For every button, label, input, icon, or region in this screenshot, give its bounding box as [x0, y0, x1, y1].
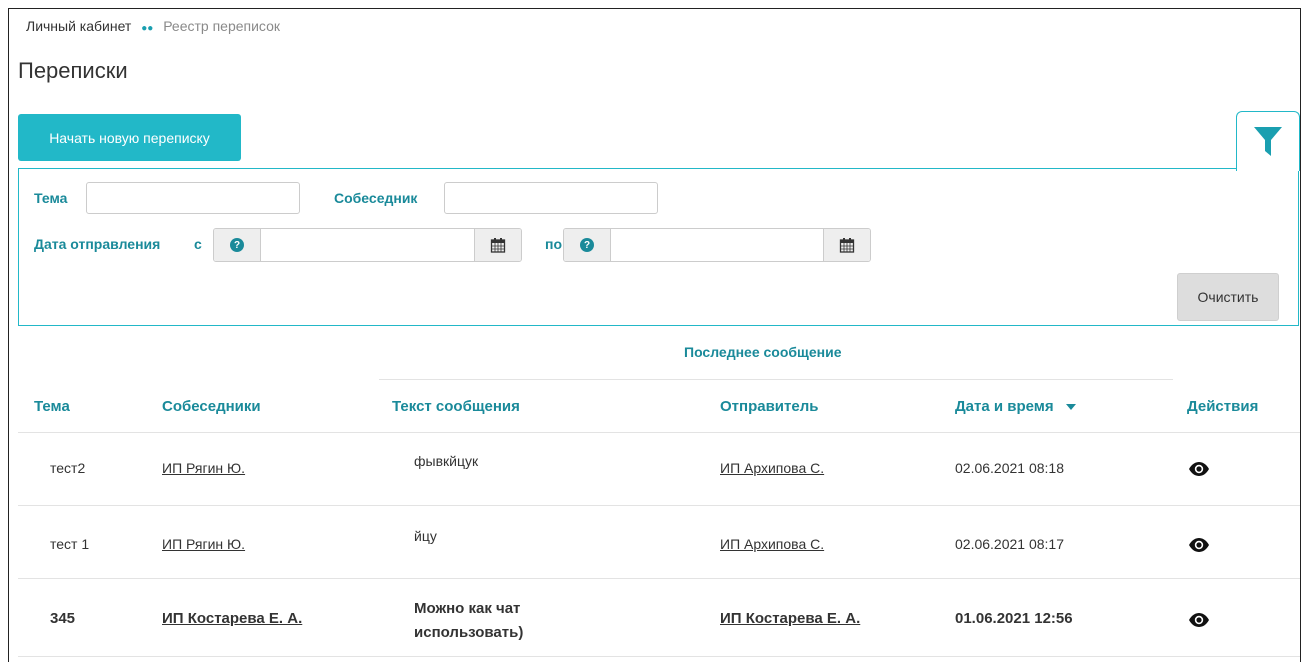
date-to-input[interactable]: [611, 229, 823, 261]
new-conversation-button[interactable]: Начать новую переписку: [18, 114, 241, 161]
date-label: Дата отправления: [34, 236, 161, 252]
column-header-text[interactable]: Текст сообщения: [392, 398, 520, 415]
row-3-text: Можно как чат использовать): [414, 600, 524, 641]
row-2-subject: тест 1: [50, 536, 90, 552]
row-divider: [18, 578, 1300, 579]
group-header-divider: [379, 379, 1173, 380]
question-icon: ?: [580, 238, 594, 252]
partner-input[interactable]: [444, 182, 658, 214]
date-to-help[interactable]: ?: [564, 229, 611, 261]
subject-label: Тема: [34, 190, 68, 206]
clear-filter-button[interactable]: Очистить: [1177, 273, 1279, 321]
row-3-partner-link[interactable]: ИП Костарева Е. А.: [162, 610, 302, 627]
row-1-sender-link[interactable]: ИП Архипова С.: [720, 460, 824, 476]
last-message-group-header: Последнее сообщение: [684, 344, 842, 360]
header-divider: [18, 432, 1300, 433]
date-from-field: ?: [213, 228, 522, 262]
filter-icon: [1254, 126, 1282, 156]
row-divider: [18, 505, 1300, 506]
filter-panel: Тема Собеседник Дата отправления с ? по …: [18, 168, 1299, 326]
row-1-text: фывкйцук: [414, 453, 479, 469]
row-2-partner-link[interactable]: ИП Рягин Ю.: [162, 536, 245, 552]
row-1-partner-link[interactable]: ИП Рягин Ю.: [162, 460, 245, 476]
column-header-subject[interactable]: Тема: [34, 398, 70, 415]
column-header-sender[interactable]: Отправитель: [720, 398, 818, 415]
row-1-datetime: 02.06.2021 08:18: [955, 460, 1064, 476]
column-header-actions: Действия: [1187, 398, 1259, 415]
date-to-label: по: [545, 236, 563, 252]
date-from-input[interactable]: [261, 229, 474, 261]
subject-input[interactable]: [86, 182, 300, 214]
breadcrumb-separator-icon: ●●: [141, 23, 154, 34]
date-from-calendar-button[interactable]: [474, 229, 521, 261]
date-from-label: с: [194, 236, 202, 252]
calendar-icon: [839, 238, 855, 253]
row-2-datetime: 02.06.2021 08:17: [955, 536, 1064, 552]
date-to-calendar-button[interactable]: [823, 229, 870, 261]
date-from-help[interactable]: ?: [214, 229, 261, 261]
row-1-subject: тест2: [50, 460, 86, 476]
row-3-subject: 345: [50, 610, 76, 627]
page-frame: [8, 8, 1301, 662]
filter-toggle[interactable]: [1236, 111, 1300, 171]
date-to-field: ?: [563, 228, 871, 262]
breadcrumb-home[interactable]: Личный кабинет: [26, 18, 131, 34]
question-icon: ?: [230, 238, 244, 252]
column-header-partners[interactable]: Собеседники: [162, 398, 261, 415]
column-header-datetime[interactable]: Дата и время: [955, 398, 1076, 415]
view-eye-icon[interactable]: [1188, 537, 1210, 553]
sort-desc-icon: [1065, 404, 1076, 411]
partner-label: Собеседник: [334, 190, 418, 206]
page-title: Переписки: [18, 58, 128, 83]
view-eye-icon[interactable]: [1188, 612, 1210, 628]
row-3-sender-link[interactable]: ИП Костарева Е. А.: [720, 610, 860, 627]
row-2-text: йцу: [414, 528, 437, 544]
column-header-datetime-label: Дата и время: [955, 398, 1054, 415]
calendar-icon: [490, 238, 506, 253]
row-2-sender-link[interactable]: ИП Архипова С.: [720, 536, 824, 552]
breadcrumb: Личный кабинет ●● Реестр переписок: [26, 18, 280, 34]
row-divider: [18, 656, 1300, 657]
view-eye-icon[interactable]: [1188, 461, 1210, 477]
breadcrumb-current: Реестр переписок: [163, 18, 280, 34]
row-3-datetime: 01.06.2021 12:56: [955, 610, 1073, 627]
